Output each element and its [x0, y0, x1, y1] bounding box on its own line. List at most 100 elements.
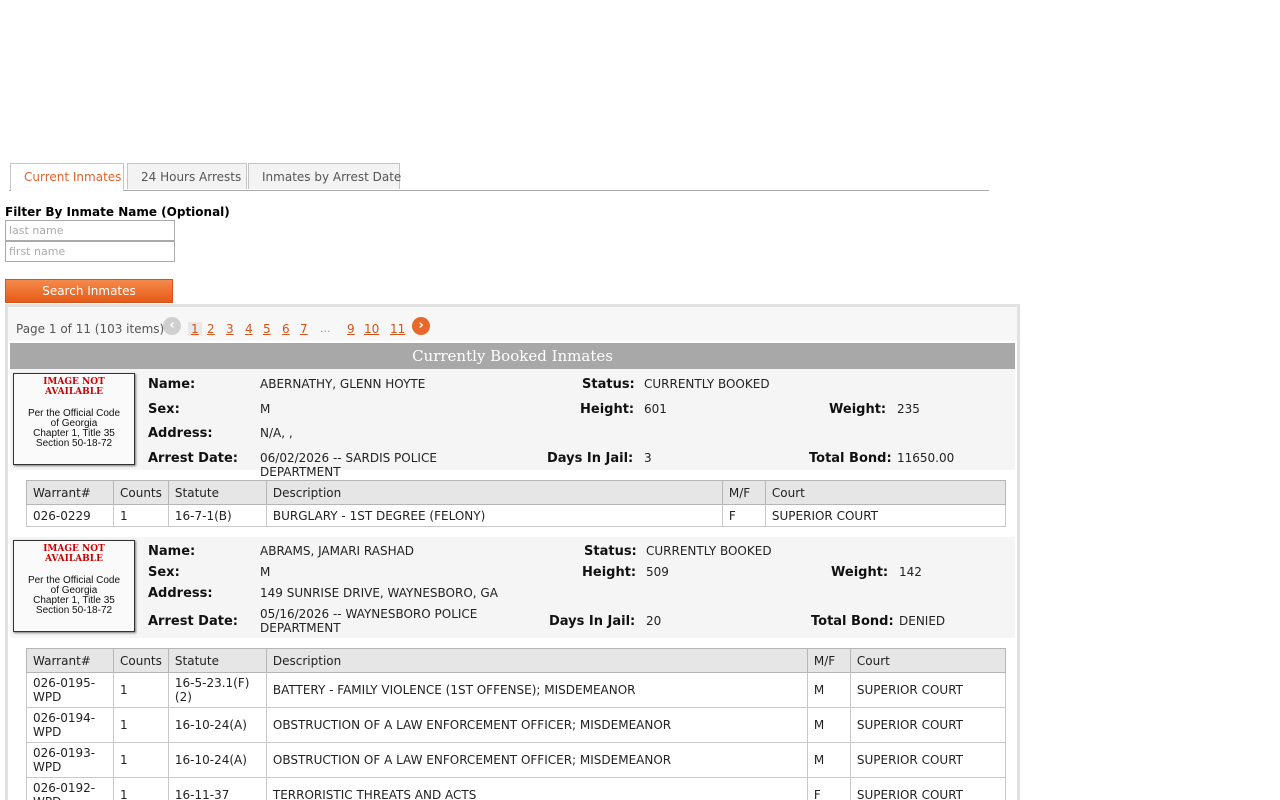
page-link-4[interactable]: 4 [245, 322, 253, 336]
charge-mf: M [806, 707, 851, 743]
weight-label: Weight: [831, 565, 889, 580]
tab-24-hours-arrests[interactable]: 24 Hours Arrests [127, 163, 247, 189]
page-link-10[interactable]: 10 [364, 322, 379, 336]
first-name-input[interactable] [5, 241, 175, 262]
charge-statute: 16-10-24(A) [167, 707, 267, 743]
inmate-record: IMAGE NOT AVAILABLE Per the Official Cod… [10, 369, 1015, 479]
inmate-record: IMAGE NOT AVAILABLE Per the Official Cod… [10, 537, 1015, 638]
last-name-input[interactable] [5, 220, 175, 241]
col-description: Description [265, 480, 723, 505]
days-in-jail-label: Days In Jail: [547, 451, 634, 466]
charge-warrant: 026-0193-WPD [26, 742, 114, 778]
inmate-days-in-jail: 20 [646, 614, 662, 628]
address-label: Address: [148, 586, 213, 601]
charge-mf: M [806, 672, 851, 708]
charges-table: Warrant# Counts Statute Description M/F … [26, 648, 1007, 800]
inmate-height: 601 [644, 402, 667, 416]
page-link-2[interactable]: 2 [207, 322, 215, 336]
charge-description: OBSTRUCTION OF A LAW ENFORCEMENT OFFICER… [265, 742, 808, 778]
image-not-available-text: IMAGE NOT AVAILABLE [43, 377, 105, 397]
col-statute: Statute [167, 480, 267, 505]
grid-title: Currently Booked Inmates [10, 343, 1015, 369]
tab-inmates-by-arrest-date[interactable]: Inmates by Arrest Date [248, 163, 401, 189]
charge-statute: 16-11-37 [167, 777, 267, 800]
next-page-icon[interactable]: › [412, 317, 430, 335]
image-not-available-text: IMAGE NOT AVAILABLE [43, 544, 105, 564]
sex-label: Sex: [148, 402, 180, 417]
col-warrant: Warrant# [26, 648, 114, 673]
charge-warrant: 026-0195-WPD [26, 672, 114, 708]
charge-counts: 1 [113, 777, 169, 800]
inmate-status: CURRENTLY BOOKED [644, 377, 770, 391]
inmate-grid: Page 1 of 11 (103 items) ‹ 1 2 3 4 5 6 7… [5, 304, 1020, 800]
inmate-arrest-date: 05/16/2026 -- WAYNESBORO POLICE DEPARTME… [260, 607, 478, 635]
arrest-date-label: Arrest Date: [148, 451, 238, 466]
charge-counts: 1 [113, 707, 169, 743]
col-warrant: Warrant# [26, 480, 114, 505]
page-link-6[interactable]: 6 [282, 322, 290, 336]
page-link-9[interactable]: 9 [347, 322, 355, 336]
height-label: Height: [580, 402, 635, 417]
sex-label: Sex: [148, 565, 180, 580]
inmate-name: ABERNATHY, GLENN HOYTE [260, 377, 426, 391]
inmate-status: CURRENTLY BOOKED [646, 544, 772, 558]
tab-strip: Current Inmates 24 Hours Arrests Inmates… [9, 163, 989, 191]
charge-description: BATTERY - FAMILY VIOLENCE (1ST OFFENSE);… [265, 672, 808, 708]
inmate-weight: 142 [899, 565, 922, 579]
charge-court: SUPERIOR COURT [764, 504, 1007, 527]
charge-description: TERRORISTIC THREATS AND ACTS [265, 777, 808, 800]
inmate-name: ABRAMS, JAMARI RASHAD [260, 544, 415, 558]
charge-warrant: 026-0192-WPD [26, 777, 114, 800]
page-ellipsis: ... [320, 322, 331, 335]
charge-row: 026-0192-WPD 1 16-11-37 TERRORISTIC THRE… [26, 777, 1007, 800]
charge-counts: 1 [113, 742, 169, 778]
charge-row: 026-0195-WPD 1 16-5-23.1(F)(2) BATTERY -… [26, 672, 1007, 708]
page-link-1[interactable]: 1 [188, 322, 202, 336]
charge-statute: 16-7-1(B) [167, 504, 267, 527]
charge-row: 026-0229 1 16-7-1(B) BURGLARY - 1ST DEGR… [26, 504, 1007, 527]
filter-label: Filter By Inmate Name (Optional) [5, 205, 230, 219]
charge-statute: 16-5-23.1(F)(2) [167, 672, 267, 708]
inmate-address: 149 SUNRISE DRIVE, WAYNESBORO, GA [260, 586, 498, 600]
col-court: Court [764, 480, 1007, 505]
status-label: Status: [582, 377, 635, 392]
page-link-11[interactable]: 11 [390, 322, 405, 336]
charges-table: Warrant# Counts Statute Description M/F … [26, 480, 1007, 527]
charge-row: 026-0193-WPD 1 16-10-24(A) OBSTRUCTION O… [26, 742, 1007, 778]
charge-counts: 1 [113, 672, 169, 708]
inmate-days-in-jail: 3 [644, 451, 652, 465]
name-label: Name: [148, 544, 196, 559]
inmate-address: N/A, , [260, 426, 293, 440]
col-mf: M/F [721, 480, 766, 505]
pager: Page 1 of 11 (103 items) ‹ 1 2 3 4 5 6 7… [8, 307, 1017, 341]
address-label: Address: [148, 426, 213, 441]
inmate-sex: M [260, 565, 271, 579]
total-bond-label: Total Bond: [811, 614, 894, 629]
page-link-3[interactable]: 3 [226, 322, 234, 336]
inmate-photo-placeholder: IMAGE NOT AVAILABLE Per the Official Cod… [13, 373, 135, 465]
page-link-5[interactable]: 5 [263, 322, 271, 336]
charge-mf: F [721, 504, 766, 527]
status-label: Status: [584, 544, 637, 559]
days-in-jail-label: Days In Jail: [549, 614, 636, 629]
charge-court: SUPERIOR COURT [849, 777, 1007, 800]
prev-page-icon[interactable]: ‹ [163, 317, 181, 335]
search-inmates-button[interactable]: Search Inmates [5, 279, 173, 303]
charge-court: SUPERIOR COURT [849, 742, 1007, 778]
charge-counts: 1 [113, 504, 169, 527]
weight-label: Weight: [829, 402, 887, 417]
col-statute: Statute [167, 648, 267, 673]
inmate-total-bond: DENIED [899, 614, 946, 628]
charge-statute: 16-10-24(A) [167, 742, 267, 778]
col-counts: Counts [113, 480, 169, 505]
pager-info: Page 1 of 11 (103 items) [16, 322, 165, 336]
photo-code-notice: Per the Official Code of Georgia Chapter… [27, 575, 121, 616]
charge-row: 026-0194-WPD 1 16-10-24(A) OBSTRUCTION O… [26, 707, 1007, 743]
name-label: Name: [148, 377, 196, 392]
tab-current-inmates[interactable]: Current Inmates [10, 163, 124, 191]
arrest-date-label: Arrest Date: [148, 614, 238, 629]
page-link-7[interactable]: 7 [300, 322, 308, 336]
charges-header-row: Warrant# Counts Statute Description M/F … [26, 480, 1007, 505]
col-description: Description [265, 648, 808, 673]
charge-description: BURGLARY - 1ST DEGREE (FELONY) [265, 504, 723, 527]
